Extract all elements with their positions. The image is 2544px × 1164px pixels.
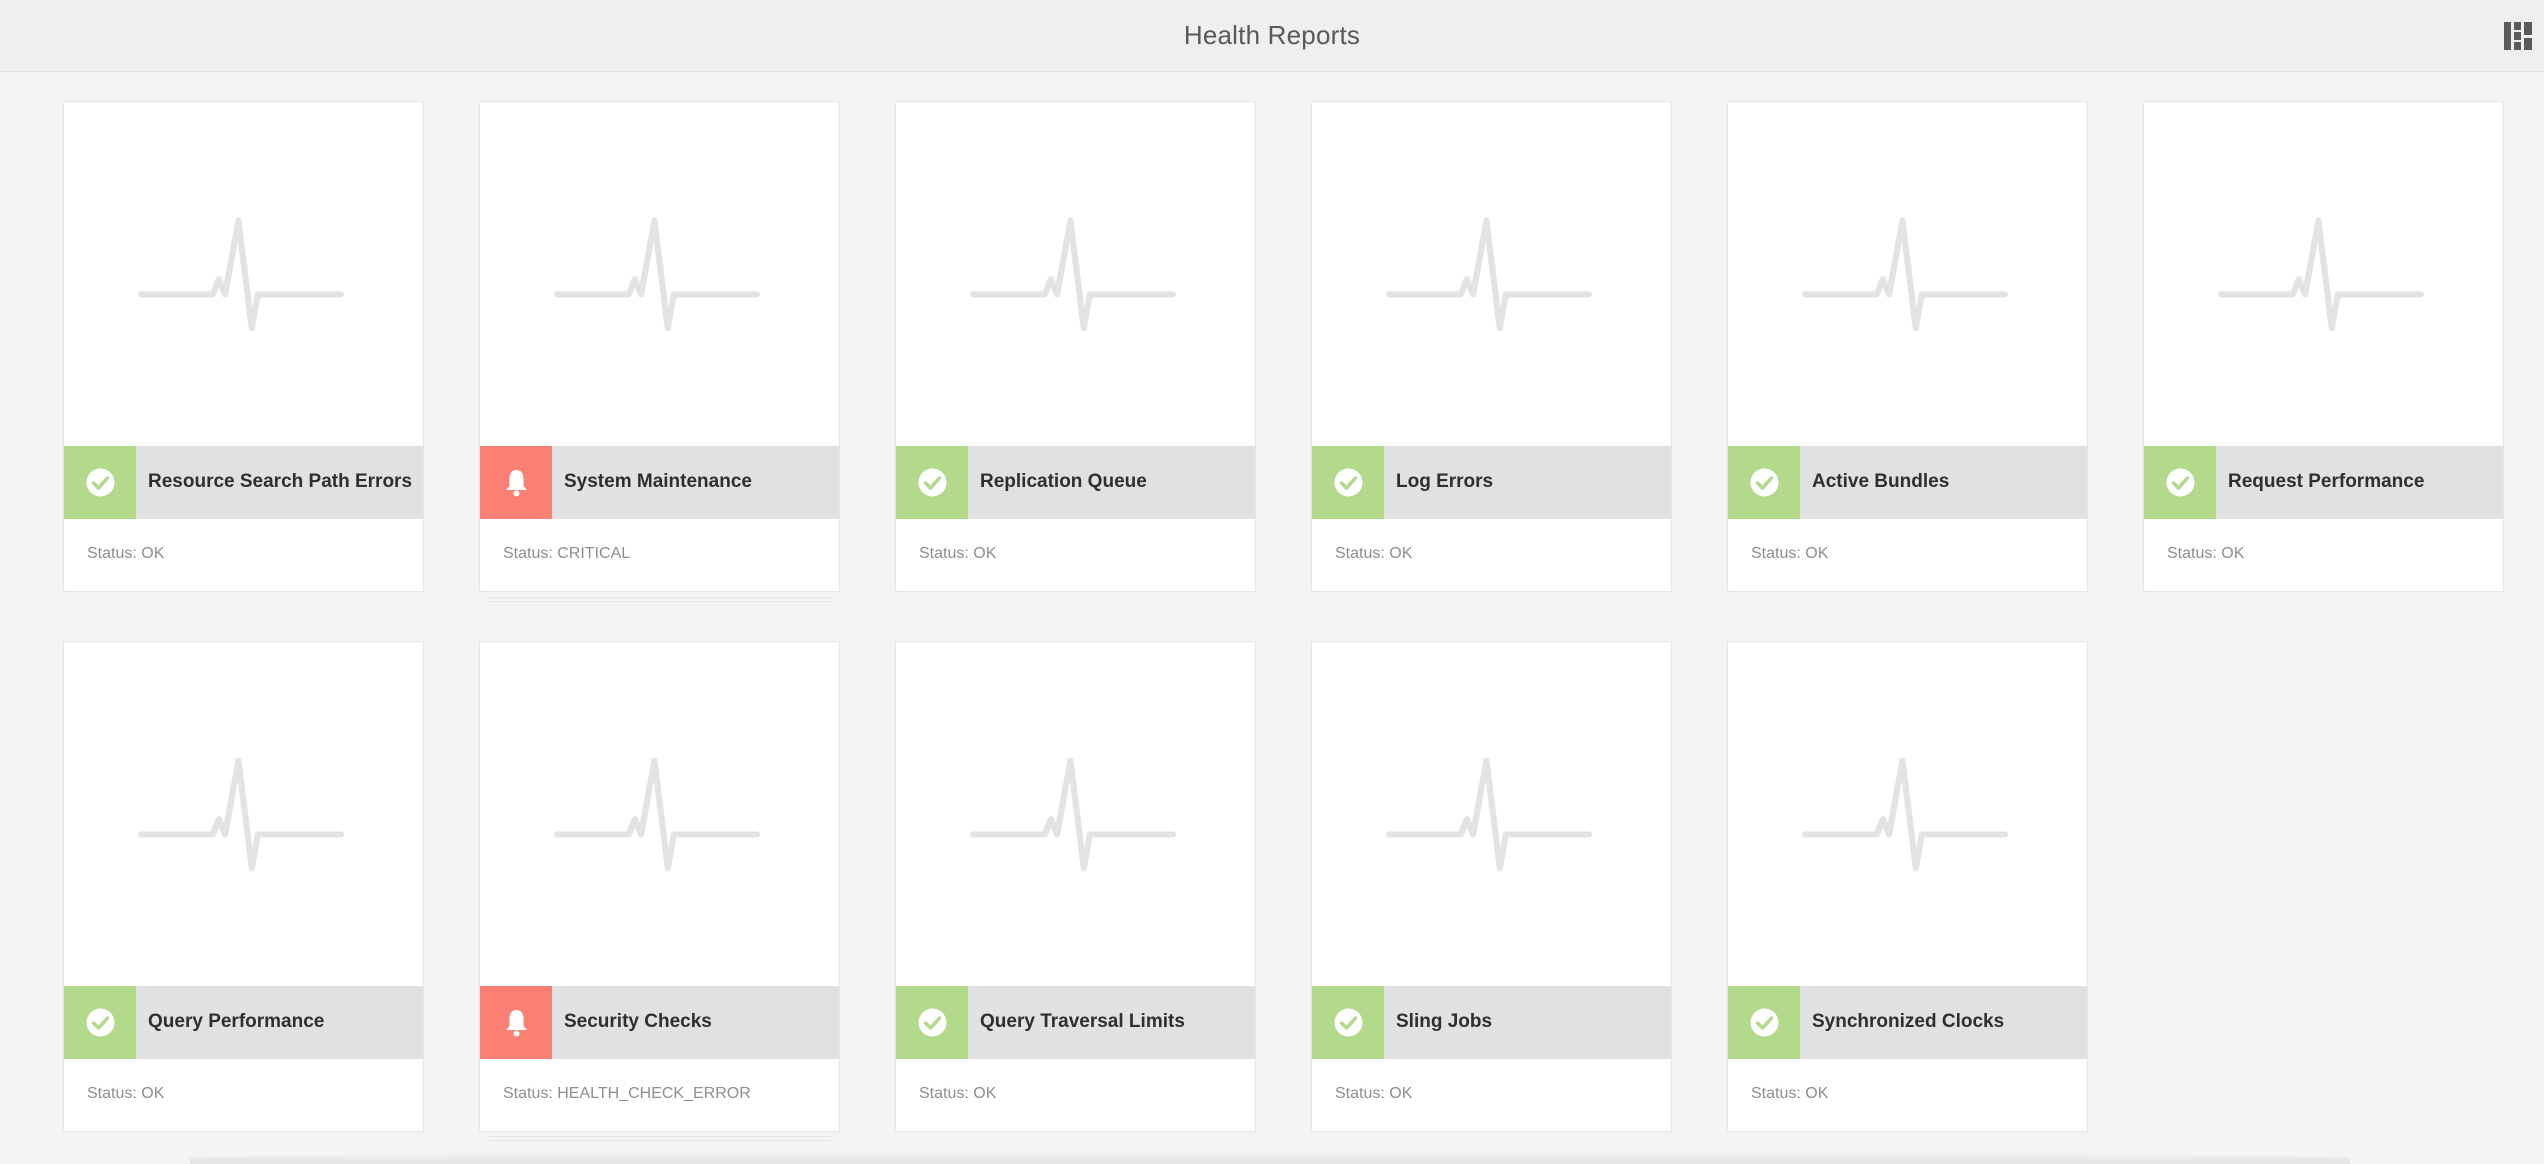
card-title[interactable]: Synchronized Clocks — [1812, 1011, 2004, 1033]
status-ok-indicator — [896, 986, 968, 1059]
health-report-card[interactable]: Security Checks Status: HEALTH_CHECK_ERRO… — [479, 641, 840, 1132]
card-status-text: Status: OK — [2167, 545, 2245, 562]
pulse-thumbnail — [1312, 102, 1671, 446]
heartbeat-icon — [554, 757, 760, 872]
card-title[interactable]: Security Checks — [564, 1011, 712, 1033]
card-title-bar: Log Errors — [1312, 446, 1671, 519]
pulse-thumbnail — [896, 102, 1255, 446]
status-ok-indicator — [2144, 446, 2216, 519]
card-title[interactable]: Query Traversal Limits — [980, 1011, 1185, 1033]
pulse-thumbnail — [1312, 642, 1671, 986]
card-status-text: Status: OK — [1751, 545, 1829, 562]
status-ok-indicator — [64, 986, 136, 1059]
card-status-text: Status: OK — [919, 1085, 997, 1102]
status-critical-indicator — [480, 446, 552, 519]
card-status-text: Status: OK — [87, 1085, 165, 1102]
health-report-card[interactable]: Active Bundles Status: OK — [1727, 101, 2088, 592]
heartbeat-icon — [970, 757, 1176, 872]
heartbeat-icon — [138, 757, 344, 872]
heartbeat-icon — [970, 217, 1176, 332]
health-report-card[interactable]: System Maintenance Status: CRITICAL — [479, 101, 840, 592]
stack-indicator — [489, 601, 831, 602]
card-status-text: Status: OK — [919, 545, 997, 562]
scroll-shadow — [190, 1152, 2350, 1164]
card-title-bar: Active Bundles — [1728, 446, 2087, 519]
heartbeat-icon — [1802, 217, 2008, 332]
card-title-bar: Request Performance — [2144, 446, 2503, 519]
card-status-text: Status: CRITICAL — [503, 545, 631, 562]
card-title[interactable]: Sling Jobs — [1396, 1011, 1492, 1033]
status-ok-indicator — [1312, 446, 1384, 519]
card-title[interactable]: Query Performance — [148, 1011, 324, 1033]
card-title-bar: Synchronized Clocks — [1728, 986, 2087, 1059]
pulse-thumbnail — [64, 642, 423, 986]
card-status-text: Status: HEALTH_CHECK_ERROR — [503, 1085, 751, 1102]
stack-indicator — [486, 1136, 834, 1137]
status-ok-indicator — [1312, 986, 1384, 1059]
card-title[interactable]: Request Performance — [2228, 471, 2424, 493]
heartbeat-icon — [1386, 757, 1592, 872]
pulse-thumbnail — [480, 102, 839, 446]
card-view-icon[interactable] — [2504, 22, 2532, 50]
pulse-thumbnail — [1728, 102, 2087, 446]
page-title: Health Reports — [1183, 20, 1361, 50]
pulse-thumbnail — [2144, 102, 2503, 446]
heartbeat-icon — [138, 217, 344, 332]
card-title-bar: Query Performance — [64, 986, 423, 1059]
health-report-card[interactable]: Query Traversal Limits Status: OK — [895, 641, 1256, 1132]
status-ok-indicator — [64, 446, 136, 519]
heartbeat-icon — [2218, 217, 2424, 332]
stack-indicator — [486, 597, 834, 598]
status-ok-indicator — [1728, 446, 1800, 519]
heartbeat-icon — [554, 217, 760, 332]
card-title[interactable]: Resource Search Path Errors — [148, 471, 412, 493]
heartbeat-icon — [1802, 757, 2008, 872]
status-ok-indicator — [1728, 986, 1800, 1059]
health-report-card[interactable]: Request Performance Status: OK — [2143, 101, 2504, 592]
card-title-bar: Query Traversal Limits — [896, 986, 1255, 1059]
health-report-card[interactable]: Replication Queue Status: OK — [895, 101, 1256, 592]
health-report-card[interactable]: Resource Search Path Errors Status: OK — [63, 101, 424, 592]
card-status-text: Status: OK — [1335, 545, 1413, 562]
card-title-bar: Resource Search Path Errors — [64, 446, 423, 519]
card-status-text: Status: OK — [1335, 1085, 1413, 1102]
card-status-text: Status: OK — [87, 545, 165, 562]
card-title[interactable]: Log Errors — [1396, 471, 1493, 493]
health-report-card[interactable]: Sling Jobs Status: OK — [1311, 641, 1672, 1132]
card-title-bar: Security Checks — [480, 986, 839, 1059]
health-report-card[interactable]: Log Errors Status: OK — [1311, 101, 1672, 592]
pulse-thumbnail — [480, 642, 839, 986]
health-report-card[interactable]: Synchronized Clocks Status: OK — [1727, 641, 2088, 1132]
card-title-bar: System Maintenance — [480, 446, 839, 519]
pulse-thumbnail — [1728, 642, 2087, 986]
heartbeat-icon — [1386, 217, 1592, 332]
card-title[interactable]: Replication Queue — [980, 471, 1147, 493]
card-title-bar: Sling Jobs — [1312, 986, 1671, 1059]
app-header: Health Reports — [0, 0, 2544, 72]
card-title-bar: Replication Queue — [896, 446, 1255, 519]
card-title[interactable]: System Maintenance — [564, 471, 752, 493]
stack-indicator — [489, 1140, 831, 1141]
card-status-text: Status: OK — [1751, 1085, 1829, 1102]
pulse-thumbnail — [64, 102, 423, 446]
health-report-card[interactable]: Query Performance Status: OK — [63, 641, 424, 1132]
pulse-thumbnail — [896, 642, 1255, 986]
card-title[interactable]: Active Bundles — [1812, 471, 1949, 493]
status-critical-indicator — [480, 986, 552, 1059]
status-ok-indicator — [896, 446, 968, 519]
